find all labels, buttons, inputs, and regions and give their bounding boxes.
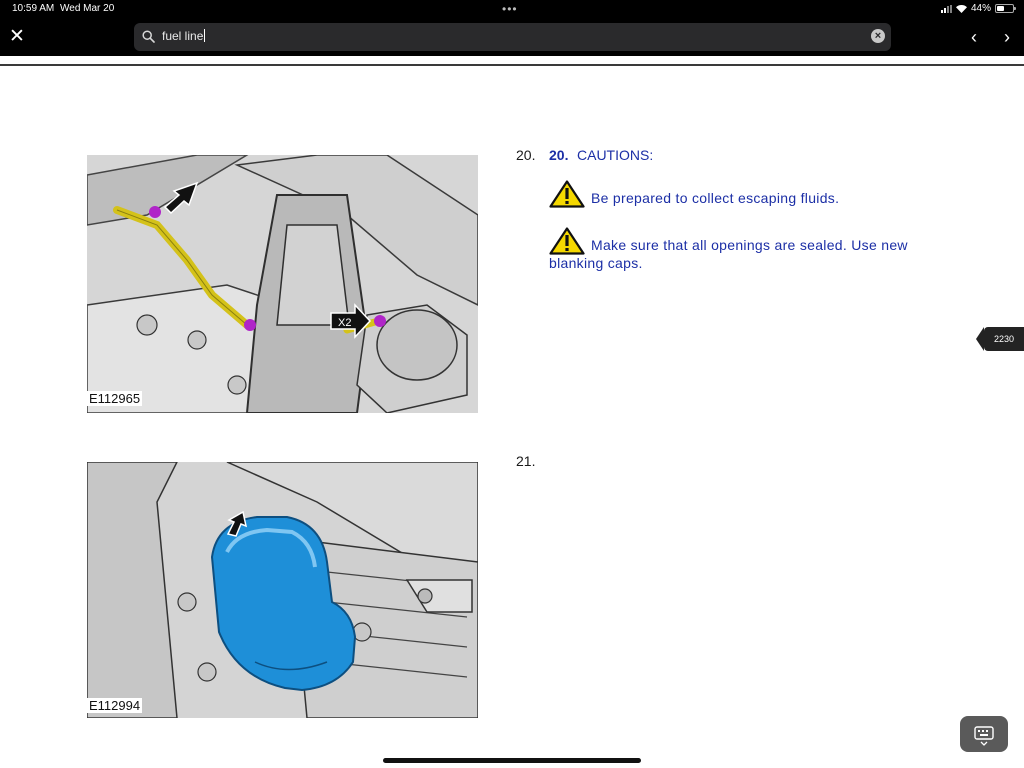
caution-item: Be prepared to collect escaping fluids. [549,180,949,208]
keyboard-icon [974,726,994,746]
header-divider [0,64,1024,66]
caution-text: Be prepared to collect escaping fluids. [591,190,840,206]
step-number-link[interactable]: 20. [549,147,568,163]
engine-fuel-line-drawing: X2 [87,155,478,413]
figure-label: E112994 [87,698,143,713]
step-number: 21. [516,453,536,469]
status-time: 10:59 AM [12,3,55,14]
engine-blanking-cap-drawing [87,462,478,718]
figure-label: E112965 [87,391,143,406]
find-in-page-toolbar: ✕ fuel line × ‹ › [0,18,1024,56]
battery-fill [997,6,1004,11]
cautions-heading: CAUTIONS: [577,147,654,163]
caution-text: Make sure that all openings are sealed. … [549,237,908,271]
wifi-icon [955,4,967,13]
home-indicator[interactable] [383,758,641,763]
page-number-indicator[interactable]: 2230 [976,327,1024,351]
status-indicators: 44% [940,3,1016,14]
search-input[interactable]: fuel line [162,29,206,43]
warning-triangle-icon [549,180,585,208]
fuel-line-connector-marker [244,319,256,331]
chevron-left-icon[interactable]: ‹ [964,26,984,48]
status-date: Wed Mar 20 [60,3,115,14]
caution-item: Make sure that all openings are sealed. … [549,227,949,271]
fuel-line-connector-marker [149,206,161,218]
status-bar: 10:59 AM Wed Mar 20 ••• 44% [0,0,1024,18]
fuel-line-connector-marker [374,315,386,327]
step-21-illustration: E112994 [87,462,478,718]
close-icon[interactable]: ✕ [6,26,28,48]
chevron-right-icon[interactable]: › [997,26,1017,48]
search-icon [142,30,155,43]
battery-icon [995,4,1016,13]
search-field[interactable]: fuel line × [134,23,891,51]
callout-label: X2 [338,317,351,329]
text-caret [204,29,206,42]
warning-triangle-icon [549,227,585,255]
step-number: 20. [516,147,536,163]
search-query-text: fuel line [162,29,204,43]
keyboard-button[interactable] [960,716,1008,752]
step-20-illustration: X2 E112965 [87,155,478,413]
cellular-signal-icon [940,4,952,13]
multitasking-dots-icon[interactable]: ••• [502,2,518,16]
clear-icon[interactable]: × [871,29,885,43]
battery-percent: 44% [970,3,991,14]
